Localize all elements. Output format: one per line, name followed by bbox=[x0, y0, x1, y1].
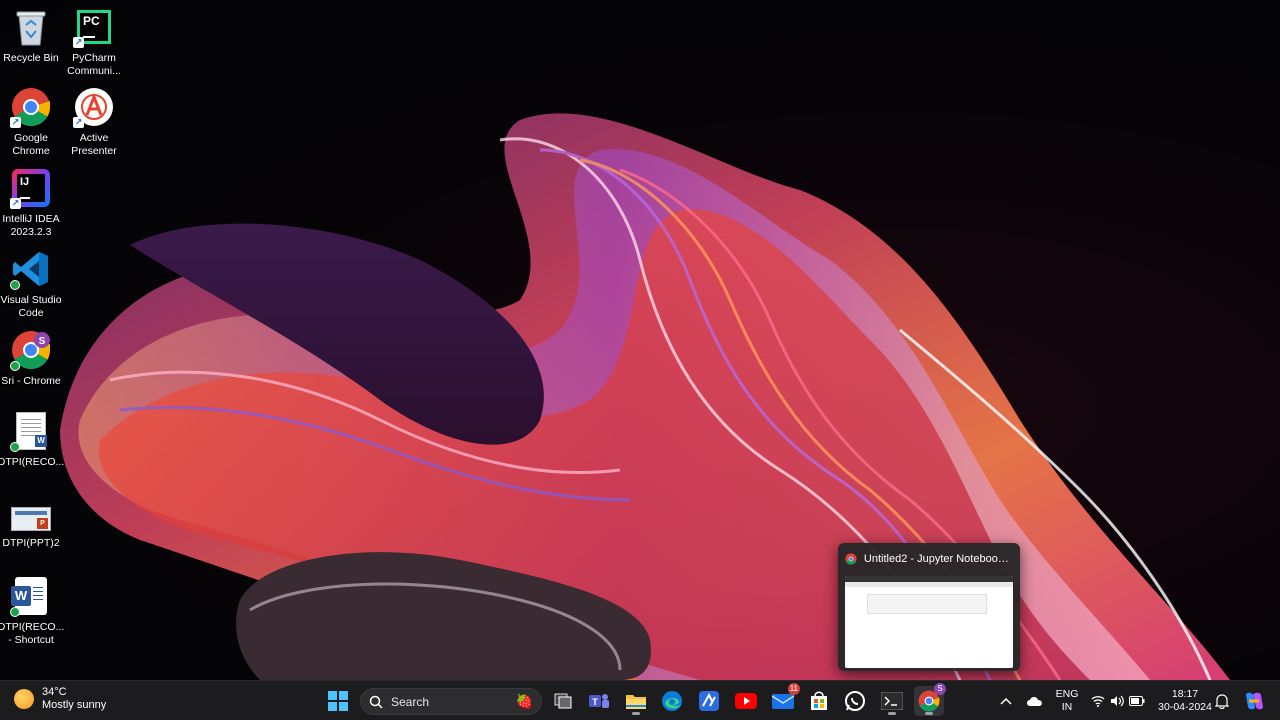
active-presenter-icon: ↗ bbox=[73, 86, 115, 128]
keyboard-region: IN bbox=[1061, 701, 1073, 713]
terminal-button[interactable] bbox=[877, 686, 907, 716]
volume-icon bbox=[1111, 695, 1124, 707]
whatsapp-icon bbox=[845, 691, 865, 711]
chrome-icon: ↗ bbox=[10, 86, 52, 128]
powerpoint-document-icon: P bbox=[10, 505, 52, 533]
copilot-icon bbox=[1246, 692, 1263, 710]
chrome-icon bbox=[845, 553, 857, 565]
shortcut-arrow-icon: ↗ bbox=[73, 117, 84, 128]
word-document-icon: W bbox=[10, 410, 52, 452]
shortcut-arrow-icon: ↗ bbox=[10, 117, 21, 128]
wifi-icon bbox=[1091, 696, 1105, 707]
teams-icon: T bbox=[589, 694, 609, 708]
chrome-taskbar-button[interactable]: S bbox=[914, 683, 946, 716]
search-icon bbox=[369, 695, 383, 709]
intellij-icon: IJ ↗ bbox=[10, 167, 52, 209]
desktop-icon-vscode[interactable]: Visual Studio Code bbox=[0, 248, 64, 320]
mail-button[interactable]: 11 bbox=[768, 683, 800, 716]
desktop-icon-label: Active Presenter bbox=[71, 132, 117, 157]
sunny-weather-icon bbox=[14, 689, 34, 709]
clock[interactable]: 18:17 30-04-2024 bbox=[1155, 688, 1215, 714]
ai-app-icon bbox=[699, 691, 719, 711]
desktop-icon-label: DTPI(PPT)2 bbox=[2, 537, 60, 549]
desktop-icon-dtpi-reco-shortcut[interactable]: W DTPI(RECO... - Shortcut bbox=[0, 575, 64, 647]
start-button[interactable] bbox=[323, 686, 353, 716]
bell-icon bbox=[1215, 693, 1229, 709]
weather-widget[interactable]: 34°C Mostly sunny bbox=[14, 686, 106, 712]
task-view-icon bbox=[554, 693, 572, 709]
shortcut-arrow-icon: ↗ bbox=[73, 37, 84, 48]
sync-status-icon bbox=[10, 361, 20, 371]
language-indicator[interactable]: ENG IN bbox=[1052, 688, 1082, 714]
edge-icon bbox=[662, 691, 682, 711]
vscode-icon bbox=[10, 248, 52, 290]
desktop-icon-sri-chrome[interactable]: S Sri - Chrome bbox=[0, 329, 64, 388]
desktop-icon-label: Visual Studio Code bbox=[0, 294, 62, 319]
weather-temperature: 34°C bbox=[42, 686, 67, 698]
preview-window-title: Untitled2 - Jupyter Notebook - ... bbox=[863, 553, 1013, 565]
folder-icon bbox=[626, 695, 646, 709]
windows-logo-icon bbox=[328, 691, 348, 711]
desktop-icon-label: Google Chrome bbox=[12, 132, 50, 157]
battery-icon bbox=[1129, 696, 1145, 706]
clock-time: 18:17 bbox=[1171, 688, 1199, 700]
teams-button[interactable]: T bbox=[584, 686, 614, 716]
edge-button[interactable] bbox=[657, 686, 687, 716]
quick-settings-button[interactable] bbox=[1088, 686, 1148, 716]
sync-status-icon bbox=[10, 607, 20, 617]
desktop-icon-label: DTPI(RECO... bbox=[0, 456, 65, 468]
task-view-button[interactable] bbox=[548, 686, 578, 716]
desktop-icon-label: Sri - Chrome bbox=[1, 375, 61, 387]
desktop-icon-dtpi-reco[interactable]: W DTPI(RECO... bbox=[0, 410, 64, 469]
pycharm-icon: PC ↗ bbox=[73, 6, 115, 48]
desktop-icon-intellij[interactable]: IJ ↗ IntelliJ IDEA 2023.2.3 bbox=[0, 167, 64, 239]
desktop-icon-google-chrome[interactable]: ↗ Google Chrome bbox=[0, 86, 64, 158]
strawberry-search-highlight-icon: 🍓 bbox=[515, 693, 533, 709]
preview-window-thumbnail[interactable] bbox=[845, 576, 1013, 668]
terminal-icon bbox=[881, 692, 903, 710]
show-hidden-icons-button[interactable] bbox=[994, 686, 1018, 716]
file-explorer-button[interactable] bbox=[621, 686, 651, 716]
desktop-icon-label: IntelliJ IDEA 2023.2.3 bbox=[2, 213, 60, 238]
sync-status-icon bbox=[10, 280, 20, 290]
onedrive-button[interactable] bbox=[1022, 686, 1048, 716]
weather-condition: Mostly sunny bbox=[42, 699, 107, 711]
chrome-profile-icon: S bbox=[10, 329, 52, 371]
store-icon bbox=[811, 691, 827, 710]
chevron-up-icon bbox=[1000, 697, 1012, 705]
copilot-button[interactable] bbox=[1240, 686, 1268, 716]
sync-status-icon bbox=[10, 442, 20, 452]
microsoft-store-button[interactable] bbox=[804, 686, 834, 716]
desktop-icon-label: Recycle Bin bbox=[3, 52, 59, 64]
desktop-icon-label: PyCharm Communi... bbox=[67, 52, 121, 77]
mail-icon bbox=[772, 694, 794, 709]
ai-app-button[interactable] bbox=[694, 686, 724, 716]
recycle-bin-icon bbox=[10, 6, 52, 48]
desktop-wallpaper bbox=[0, 0, 1280, 680]
youtube-button[interactable] bbox=[731, 686, 761, 716]
notifications-button[interactable] bbox=[1210, 686, 1234, 716]
taskbar-thumbnail-preview[interactable]: Untitled2 - Jupyter Notebook - ... bbox=[838, 543, 1020, 671]
svg-text:S: S bbox=[39, 336, 46, 347]
youtube-icon bbox=[735, 693, 757, 709]
desktop-icon-pycharm[interactable]: PC ↗ PyCharm Communi... bbox=[61, 6, 127, 78]
preview-header: Untitled2 - Jupyter Notebook - ... bbox=[845, 550, 1013, 568]
word-icon: W bbox=[10, 575, 52, 617]
shortcut-arrow-icon: ↗ bbox=[10, 198, 21, 209]
clock-date: 30-04-2024 bbox=[1158, 701, 1212, 713]
search-label: Search bbox=[391, 694, 430, 709]
cloud-icon bbox=[1027, 697, 1042, 706]
whatsapp-button[interactable] bbox=[840, 686, 870, 716]
desktop-icon-active-presenter[interactable]: ↗ Active Presenter bbox=[61, 86, 127, 158]
desktop-icon-recycle-bin[interactable]: Recycle Bin bbox=[0, 6, 64, 65]
mail-unread-badge: 11 bbox=[787, 683, 800, 695]
taskbar-search-box[interactable]: Search 🍓 bbox=[360, 688, 542, 715]
desktop-icon-dtpi-ppt[interactable]: P DTPI(PPT)2 bbox=[0, 505, 64, 550]
taskbar: 34°C Mostly sunny Search 🍓 T 11 S ENG IN… bbox=[0, 680, 1280, 720]
chrome-profile-badge: S bbox=[934, 683, 946, 695]
desktop-icon-label: DTPI(RECO... - Shortcut bbox=[0, 621, 65, 646]
language-code: ENG bbox=[1055, 688, 1079, 700]
svg-text:T: T bbox=[592, 697, 598, 707]
